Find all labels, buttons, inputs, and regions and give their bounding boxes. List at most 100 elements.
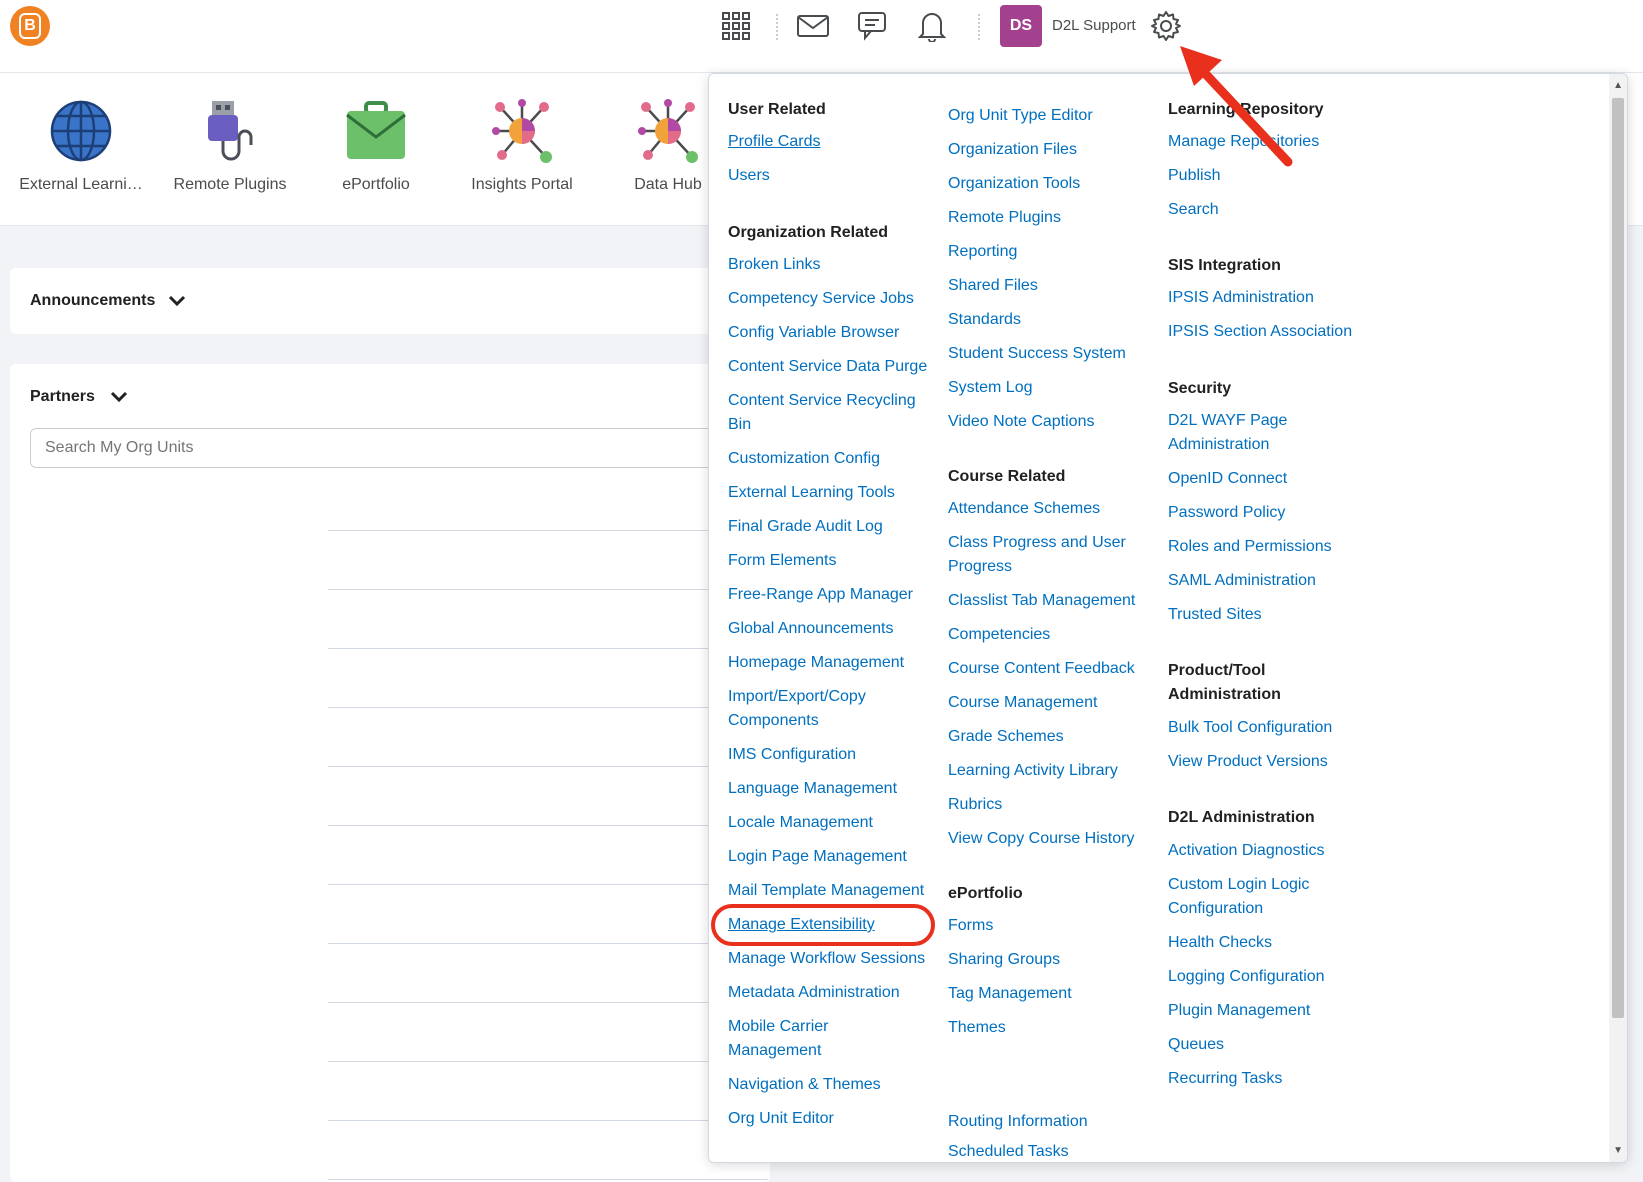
menu-link[interactable]: Org Unit Type Editor: [948, 104, 1093, 128]
tool-insights-portal[interactable]: Insights Portal: [447, 99, 597, 194]
menu-link[interactable]: Routing Information: [948, 1110, 1088, 1134]
menu-link[interactable]: Recurring Tasks: [1168, 1067, 1282, 1091]
menu-link[interactable]: Learning Activity Library: [948, 759, 1118, 783]
menu-link[interactable]: Reporting: [948, 240, 1017, 264]
menu-link[interactable]: Locale Management: [728, 811, 873, 835]
highlight-oval: [711, 904, 935, 946]
mail-icon[interactable]: [795, 8, 831, 44]
menu-link[interactable]: Queues: [1168, 1033, 1224, 1057]
menu-link[interactable]: Import/Export/Copy: [728, 685, 866, 709]
app-grid-icon[interactable]: [718, 8, 754, 44]
menu-link[interactable]: IMS Configuration: [728, 743, 856, 767]
menu-link[interactable]: Activation Diagnostics: [1168, 839, 1325, 863]
menu-link[interactable]: Homepage Management: [728, 651, 904, 675]
menu-link[interactable]: Remote Plugins: [948, 206, 1061, 230]
menu-link[interactable]: Content Service Recycling: [728, 389, 916, 413]
menu-link[interactable]: Password Policy: [1168, 501, 1285, 525]
tool-remote-plugins[interactable]: Remote Plugins: [155, 99, 305, 194]
scroll-up-arrow-icon[interactable]: ▲: [1613, 80, 1623, 91]
tool-external-learning[interactable]: External Learni…: [6, 99, 156, 194]
scroll-down-arrow-icon[interactable]: ▼: [1613, 1145, 1623, 1156]
menu-link[interactable]: IPSIS Section Association: [1168, 320, 1352, 344]
menu-link[interactable]: Organization Tools: [948, 172, 1080, 196]
menu-link[interactable]: Organization Files: [948, 138, 1077, 162]
menu-link[interactable]: Video Note Captions: [948, 410, 1094, 434]
menu-link[interactable]: Search: [1168, 198, 1219, 222]
menu-link[interactable]: Standards: [948, 308, 1021, 332]
menu-link[interactable]: Administration: [1168, 433, 1269, 457]
menu-link[interactable]: Management: [728, 1039, 821, 1063]
scrollbar-thumb[interactable]: [1612, 98, 1624, 1018]
menu-link-users[interactable]: Users: [728, 164, 770, 188]
menu-link[interactable]: Configuration: [1168, 897, 1263, 921]
menu-link[interactable]: Sharing Groups: [948, 948, 1060, 972]
menu-link[interactable]: Final Grade Audit Log: [728, 515, 883, 539]
menu-scrollbar[interactable]: ▲ ▼: [1609, 74, 1627, 1162]
menu-link[interactable]: View Copy Course History: [948, 827, 1134, 851]
menu-link[interactable]: Student Success System: [948, 342, 1126, 366]
menu-link[interactable]: Mobile Carrier: [728, 1015, 828, 1039]
menu-link[interactable]: Customization Config: [728, 447, 880, 471]
menu-link[interactable]: Mail Template Management: [728, 879, 924, 903]
menu-link[interactable]: Health Checks: [1168, 931, 1272, 955]
chat-icon[interactable]: [855, 8, 891, 44]
menu-link[interactable]: Shared Files: [948, 274, 1038, 298]
menu-link[interactable]: Navigation & Themes: [728, 1073, 881, 1097]
announcements-title[interactable]: Announcements: [30, 292, 155, 310]
menu-link[interactable]: Attendance Schemes: [948, 497, 1100, 521]
menu-link[interactable]: Trusted Sites: [1168, 603, 1262, 627]
menu-link[interactable]: Course Content Feedback: [948, 657, 1135, 681]
menu-link[interactable]: Org Unit Editor: [728, 1107, 834, 1131]
menu-link[interactable]: Bin: [728, 413, 751, 437]
menu-link[interactable]: View Product Versions: [1168, 750, 1328, 774]
group-heading-product-tool-2: Administration: [1168, 686, 1281, 703]
username-label[interactable]: D2L Support: [1052, 17, 1136, 34]
menu-link[interactable]: Tag Management: [948, 982, 1072, 1006]
menu-link[interactable]: Form Elements: [728, 549, 836, 573]
menu-link[interactable]: System Log: [948, 376, 1032, 400]
menu-link[interactable]: Language Management: [728, 777, 897, 801]
menu-link[interactable]: Competencies: [948, 623, 1050, 647]
menu-link[interactable]: D2L WAYF Page: [1168, 409, 1287, 433]
brightspace-logo[interactable]: B: [10, 6, 50, 46]
menu-link[interactable]: Plugin Management: [1168, 999, 1310, 1023]
menu-link-profile-cards[interactable]: Profile Cards: [728, 130, 820, 154]
menu-link[interactable]: Bulk Tool Configuration: [1168, 716, 1332, 740]
partners-title[interactable]: Partners: [30, 388, 95, 406]
chevron-down-icon[interactable]: [110, 390, 128, 408]
menu-link[interactable]: Custom Login Logic: [1168, 873, 1309, 897]
menu-link[interactable]: Course Management: [948, 691, 1097, 715]
menu-link[interactable]: SAML Administration: [1168, 569, 1316, 593]
menu-link[interactable]: IPSIS Administration: [1168, 286, 1314, 310]
menu-link[interactable]: Classlist Tab Management: [948, 589, 1135, 613]
menu-link[interactable]: OpenID Connect: [1168, 467, 1287, 491]
menu-link[interactable]: Roles and Permissions: [1168, 535, 1332, 559]
avatar[interactable]: DS: [1000, 5, 1042, 47]
menu-link[interactable]: Progress: [948, 555, 1012, 579]
menu-link[interactable]: Rubrics: [948, 793, 1002, 817]
top-header: B DS D2L Support: [0, 0, 1643, 73]
menu-link[interactable]: Themes: [948, 1016, 1006, 1040]
menu-link[interactable]: Config Variable Browser: [728, 321, 899, 345]
menu-link[interactable]: Competency Service Jobs: [728, 287, 914, 311]
menu-link[interactable]: Login Page Management: [728, 845, 907, 869]
bell-icon[interactable]: [914, 8, 950, 44]
menu-link[interactable]: Broken Links: [728, 253, 821, 277]
menu-link[interactable]: Components: [728, 709, 819, 733]
menu-link[interactable]: Global Announcements: [728, 617, 893, 641]
menu-link[interactable]: Class Progress and User: [948, 531, 1126, 555]
chevron-down-icon[interactable]: [168, 294, 186, 312]
menu-link[interactable]: Forms: [948, 914, 993, 938]
menu-link[interactable]: Manage Workflow Sessions: [728, 947, 925, 971]
list-divider: [328, 707, 768, 708]
menu-link[interactable]: Logging Configuration: [1168, 965, 1325, 989]
menu-link[interactable]: External Learning Tools: [728, 481, 895, 505]
menu-link[interactable]: Grade Schemes: [948, 725, 1064, 749]
menu-link[interactable]: Content Service Data Purge: [728, 355, 927, 379]
list-divider: [328, 1120, 768, 1121]
menu-link[interactable]: Scheduled Tasks: [948, 1140, 1069, 1162]
menu-link[interactable]: Metadata Administration: [728, 981, 900, 1005]
search-org-units-input[interactable]: [30, 428, 770, 468]
tool-eportfolio[interactable]: ePortfolio: [301, 99, 451, 194]
menu-link[interactable]: Free-Range App Manager: [728, 583, 913, 607]
